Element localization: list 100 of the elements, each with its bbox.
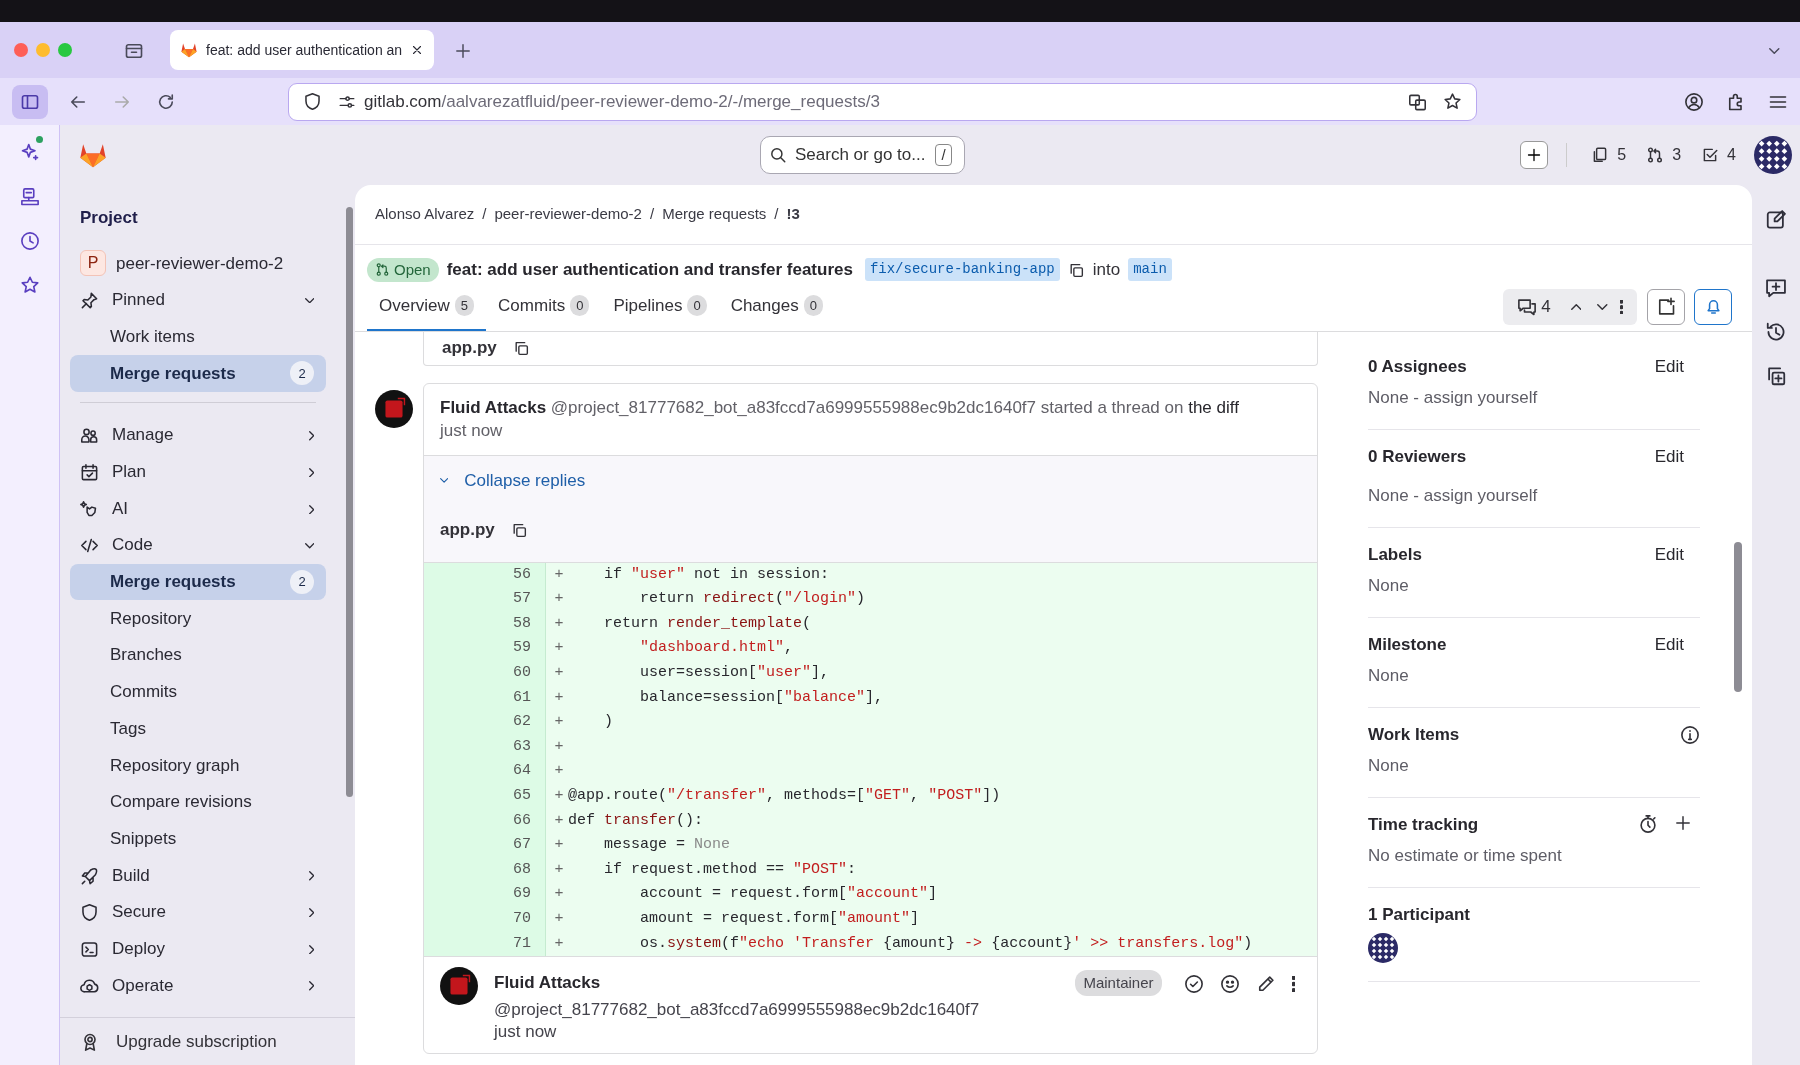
- edit-link[interactable]: Edit: [1654, 443, 1684, 469]
- sidebar-toggle-button[interactable]: [12, 84, 48, 119]
- counter-button[interactable]: 3: [1640, 139, 1688, 171]
- project-link[interactable]: P peer-reviewer-demo-2: [70, 245, 326, 282]
- code-line: ): [603, 712, 613, 733]
- shield-icon: [303, 92, 322, 111]
- scrollbar[interactable]: [346, 207, 353, 797]
- line-number: 70: [424, 906, 546, 932]
- tab[interactable]: Overview 5: [367, 282, 487, 331]
- sidebar-item[interactable]: Snippets: [70, 820, 326, 857]
- breadcrumb-link[interactable]: Merge requests: [662, 203, 767, 226]
- address-bar[interactable]: gitlab.com/aalvarezatfluid/peer-reviewer-demo-2/-/merge_requests/3: [288, 82, 1477, 121]
- file-name: app.py: [440, 518, 495, 541]
- diff-sign: +: [553, 712, 565, 733]
- code-line: return render_template(: [603, 613, 812, 634]
- counter-button[interactable]: 4: [1695, 139, 1742, 171]
- collapse-replies-link[interactable]: Collapse replies: [440, 468, 586, 494]
- sidebar-item[interactable]: Branches: [70, 636, 326, 674]
- avatar: [1368, 933, 1398, 963]
- section-title: Milestone: [1368, 633, 1447, 656]
- tab[interactable]: Commits 0: [486, 282, 602, 331]
- chevron-down-icon: [440, 478, 449, 484]
- diff-sign: +: [553, 785, 565, 806]
- section-title: Labels: [1368, 543, 1422, 566]
- notifications-button[interactable]: [1694, 288, 1732, 325]
- breadcrumb-link[interactable]: !3: [786, 203, 800, 226]
- sidebar-item[interactable]: Work items: [70, 318, 326, 356]
- copy-icon: [512, 339, 530, 357]
- avatar: [375, 389, 413, 428]
- diff-sign: +: [553, 613, 565, 634]
- section-title: 0 Assignees: [1368, 355, 1467, 378]
- url-text: gitlab.com/aalvarezatfluid/peer-reviewer-demo-2/-/merge_requests/3: [364, 90, 880, 113]
- copy-icon: [1067, 262, 1085, 279]
- code-line: if "user" not in session:: [603, 564, 830, 585]
- diff-sign: +: [553, 687, 565, 708]
- chevron-down-icon: [1597, 304, 1608, 311]
- sidebar-item[interactable]: Repository: [70, 600, 326, 637]
- line-number: 71: [424, 931, 546, 957]
- threads-button[interactable]: 4: [1511, 289, 1557, 324]
- sidebar-item[interactable]: Tags: [70, 710, 326, 747]
- timestamp: just now: [440, 420, 504, 443]
- search-icon: [769, 146, 787, 164]
- line-number: 57: [424, 587, 546, 612]
- edit-link[interactable]: Edit: [1654, 353, 1684, 379]
- sidebar-section[interactable]: Build: [70, 857, 326, 894]
- breadcrumb-link[interactable]: Alonso Alvarez: [375, 203, 475, 226]
- counter-button[interactable]: 5: [1585, 139, 1633, 171]
- diff-sign: +: [553, 933, 565, 954]
- sidebar-section[interactable]: Plan: [70, 453, 326, 491]
- code-line: balance=session["balance"],: [639, 687, 884, 708]
- add-todo-button[interactable]: [1647, 288, 1685, 325]
- diff-sign: +: [553, 638, 565, 659]
- diff-sign: +: [553, 761, 565, 782]
- sidebar-item[interactable]: Repository graph: [70, 746, 326, 784]
- count-badge: 5: [454, 294, 475, 317]
- cloud-icon: [80, 976, 99, 996]
- avatar: [440, 967, 478, 1006]
- diff-link[interactable]: the diff: [1188, 397, 1239, 417]
- sidebar-section[interactable]: Deploy: [70, 930, 326, 968]
- line-number: 65: [424, 783, 546, 809]
- browser-tab[interactable]: feat: add user authentication an: [170, 30, 434, 70]
- search-field[interactable]: Search or go to... /: [760, 136, 965, 174]
- section-title: Time tracking: [1368, 813, 1479, 836]
- create-new-button[interactable]: [1520, 141, 1549, 169]
- sidebar-section[interactable]: AI: [70, 490, 326, 527]
- code-line: user=session["user"],: [639, 662, 830, 683]
- pin-icon: [80, 291, 99, 311]
- sidebar-section[interactable]: Operate: [70, 967, 326, 1004]
- sparkle-icon: [19, 141, 40, 162]
- count-badge: 0: [570, 294, 590, 317]
- section-value: None: [1368, 575, 1410, 597]
- account-icon: [1684, 92, 1704, 113]
- line-number: 58: [424, 611, 546, 637]
- scrollbar[interactable]: [1734, 541, 1742, 692]
- tab[interactable]: Pipelines 0: [601, 282, 719, 331]
- sparkle-icon: [80, 499, 99, 519]
- edit-link[interactable]: Edit: [1654, 631, 1684, 657]
- author-name[interactable]: Fluid Attacks: [494, 970, 601, 996]
- breadcrumb-link[interactable]: peer-reviewer-demo-2: [494, 203, 642, 226]
- line-number: 60: [424, 660, 546, 686]
- diff-sign: +: [553, 662, 565, 683]
- clock-icon: [19, 231, 40, 251]
- branch-name[interactable]: main: [1128, 258, 1172, 282]
- tab-title: feat: add user authentication an: [206, 40, 402, 60]
- sidebar-item[interactable]: Commits: [70, 673, 326, 711]
- tab[interactable]: Changes 0: [718, 282, 835, 331]
- sidebar-item[interactable]: Compare revisions: [70, 783, 326, 821]
- sidebar-section[interactable]: Manage: [70, 416, 326, 454]
- sidebar-section[interactable]: Code: [70, 526, 326, 564]
- code-line: "dashboard.html",: [639, 638, 794, 659]
- sidebar-item[interactable]: Merge requests 2: [70, 563, 326, 601]
- code-line: message = None: [603, 835, 731, 856]
- sidebar-section[interactable]: Secure: [70, 893, 326, 931]
- branch-name[interactable]: fix/secure-banking-app: [864, 258, 1060, 282]
- sidebar-section[interactable]: Pinned: [70, 281, 326, 319]
- code-line: account = request.form["account"]: [639, 884, 938, 905]
- line-number: 61: [424, 685, 546, 711]
- edit-link[interactable]: Edit: [1654, 541, 1684, 567]
- sidebar-item[interactable]: Merge requests 2: [70, 355, 326, 392]
- section-title: 0 Reviewers: [1368, 445, 1467, 468]
